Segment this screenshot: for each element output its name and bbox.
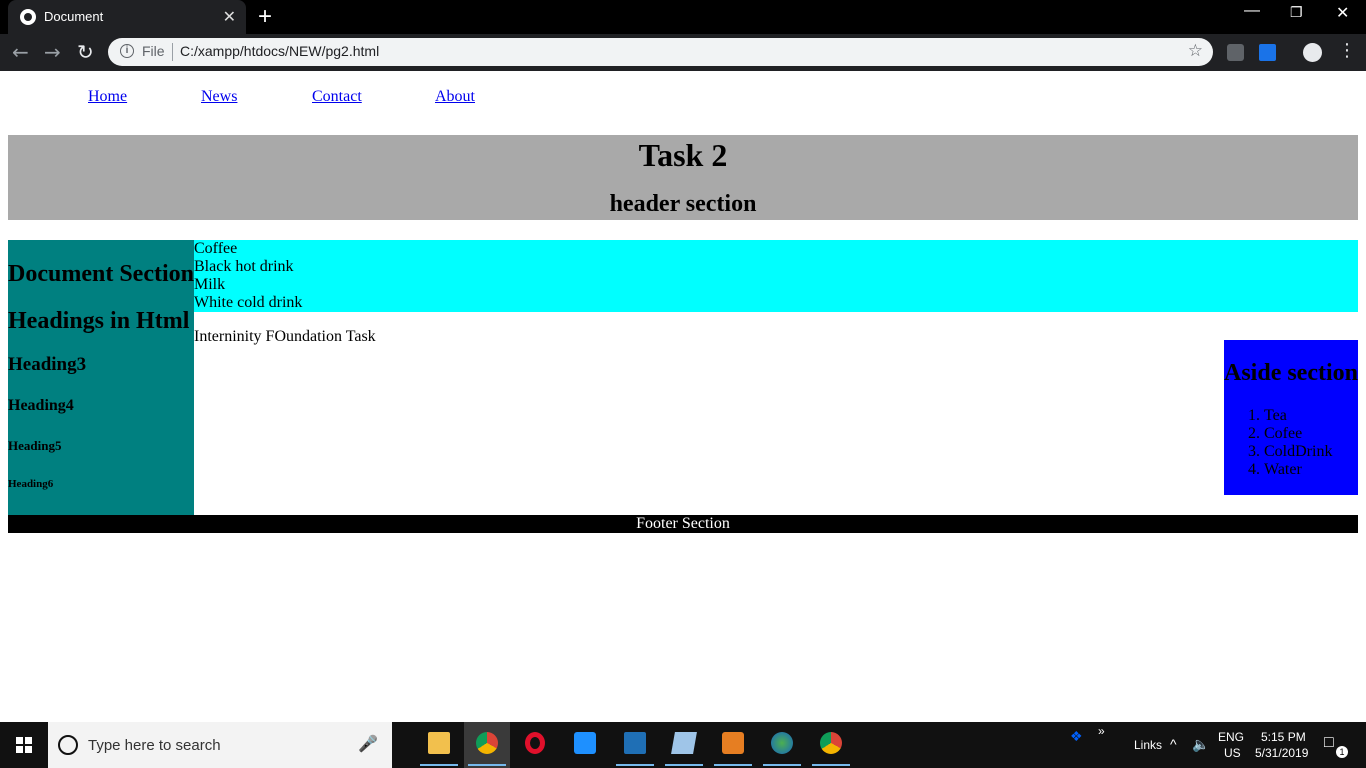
menu-kebab-icon[interactable]: ⋮	[1338, 40, 1356, 61]
file-explorer-button[interactable]	[416, 722, 462, 768]
browser-toolbar: ← → ↻ i File C:/xampp/htdocs/NEW/pg2.htm…	[0, 34, 1366, 71]
links-toolbar[interactable]: Links	[1134, 738, 1162, 752]
nav-link-news[interactable]: News	[201, 88, 237, 106]
cortana-icon	[58, 735, 78, 755]
file-label: File	[142, 43, 165, 59]
drink-description: Black hot drink	[194, 258, 294, 275]
tray-chevron-up-icon[interactable]: ^	[1170, 736, 1177, 752]
notes-app-button[interactable]	[661, 722, 707, 768]
heading-6: Heading6	[8, 478, 54, 490]
new-tab-button[interactable]: +	[258, 3, 272, 31]
profile-avatar-icon[interactable]	[1303, 43, 1322, 62]
restore-icon[interactable]: ❐	[1290, 4, 1303, 21]
heading-3: Heading3	[8, 354, 87, 375]
opera-button[interactable]	[513, 722, 559, 768]
globe-download-icon	[771, 732, 793, 754]
sync-icon	[574, 732, 596, 754]
dropbox-icon[interactable]: ❖	[1070, 728, 1083, 745]
aside-section: Aside section Tea Cofee ColdDrink Water	[1224, 340, 1358, 495]
microphone-icon[interactable]: 🎤	[358, 734, 378, 754]
chrome-icon	[476, 732, 498, 754]
browser-tab[interactable]: Document ✕	[8, 0, 246, 34]
language-bottom[interactable]: US	[1224, 746, 1241, 760]
drink-description: White cold drink	[194, 294, 303, 311]
aside-list: Tea Cofee ColdDrink Water	[1248, 407, 1332, 479]
search-placeholder: Type here to search	[88, 737, 221, 754]
address-bar[interactable]: i File C:/xampp/htdocs/NEW/pg2.html ☆	[108, 38, 1213, 66]
opera-icon	[525, 732, 545, 754]
clock-time[interactable]: 5:15 PM	[1261, 730, 1306, 744]
browser-tab-bar: Document ✕ + — ❐ ✕	[0, 0, 1366, 34]
nav-link-about[interactable]: About	[435, 88, 475, 106]
main-text: Interninity FOundation Task	[194, 328, 376, 345]
heading-5: Heading5	[8, 438, 62, 453]
taskbar-search[interactable]: Type here to search 🎤	[48, 722, 392, 768]
document-section: Document Section Headings in Html Headin…	[8, 240, 194, 515]
forward-arrow-icon[interactable]: →	[44, 40, 61, 64]
start-button[interactable]	[0, 722, 48, 768]
download-manager-button[interactable]	[759, 722, 805, 768]
info-icon[interactable]: i	[120, 44, 134, 58]
app-icon	[624, 732, 646, 754]
drink-term: Milk	[194, 276, 226, 293]
chrome-button-2[interactable]	[808, 722, 854, 768]
drink-term: Coffee	[194, 240, 238, 257]
volume-icon[interactable]: 🔈	[1192, 736, 1209, 753]
overflow-chevron-icon[interactable]: »	[1098, 724, 1105, 738]
window-close-icon[interactable]: ✕	[1336, 3, 1349, 23]
sync-app-button[interactable]	[562, 722, 608, 768]
list-item: ColdDrink	[1264, 443, 1332, 461]
windows-icon	[16, 737, 32, 753]
aside-title: Aside section	[1224, 360, 1358, 386]
heading-4: Heading4	[8, 397, 74, 414]
clock-date[interactable]: 5/31/2019	[1255, 746, 1308, 760]
tab-title: Document	[44, 9, 104, 24]
heading-1: Document Section	[8, 261, 194, 287]
chrome-button[interactable]	[464, 722, 510, 768]
app-button[interactable]	[612, 722, 658, 768]
minimize-icon[interactable]: —	[1244, 2, 1260, 20]
drinks-list: Coffee Black hot drink Milk White cold d…	[194, 240, 1358, 312]
url-text[interactable]: C:/xampp/htdocs/NEW/pg2.html	[180, 43, 379, 59]
chrome-icon	[820, 732, 842, 754]
folder-icon	[428, 732, 450, 754]
list-item: Tea	[1264, 407, 1332, 425]
notification-badge: 1	[1336, 746, 1348, 758]
notifications-icon[interactable]: □	[1324, 734, 1334, 752]
notes-icon	[671, 732, 697, 754]
language-top[interactable]: ENG	[1218, 730, 1244, 744]
header-section: Task 2 header section	[8, 135, 1358, 220]
nav-link-contact[interactable]: Contact	[312, 88, 362, 106]
list-item: Water	[1264, 461, 1332, 479]
omnibox-divider	[172, 43, 173, 61]
web-page: Home News Contact About Task 2 header se…	[0, 71, 1366, 722]
taskbar: Type here to search 🎤 ❖ » Links ^ 🔈 ENG …	[0, 722, 1366, 768]
list-item: Cofee	[1264, 425, 1332, 443]
page-title: Task 2	[638, 137, 728, 173]
media-player-button[interactable]	[710, 722, 756, 768]
docs-extension-icon[interactable]	[1259, 44, 1276, 61]
header-subtitle: header section	[609, 191, 757, 217]
media-icon	[722, 732, 744, 754]
back-arrow-icon[interactable]: ←	[12, 40, 29, 64]
bookmark-star-icon[interactable]: ☆	[1188, 41, 1203, 61]
footer-section: Footer Section	[8, 515, 1358, 533]
globe-icon	[20, 9, 36, 25]
reload-icon[interactable]: ↻	[77, 40, 94, 64]
nav-link-home[interactable]: Home	[88, 88, 127, 106]
extension-icon[interactable]	[1227, 44, 1244, 61]
close-tab-icon[interactable]: ✕	[223, 7, 236, 27]
heading-2: Headings in Html	[8, 308, 190, 334]
